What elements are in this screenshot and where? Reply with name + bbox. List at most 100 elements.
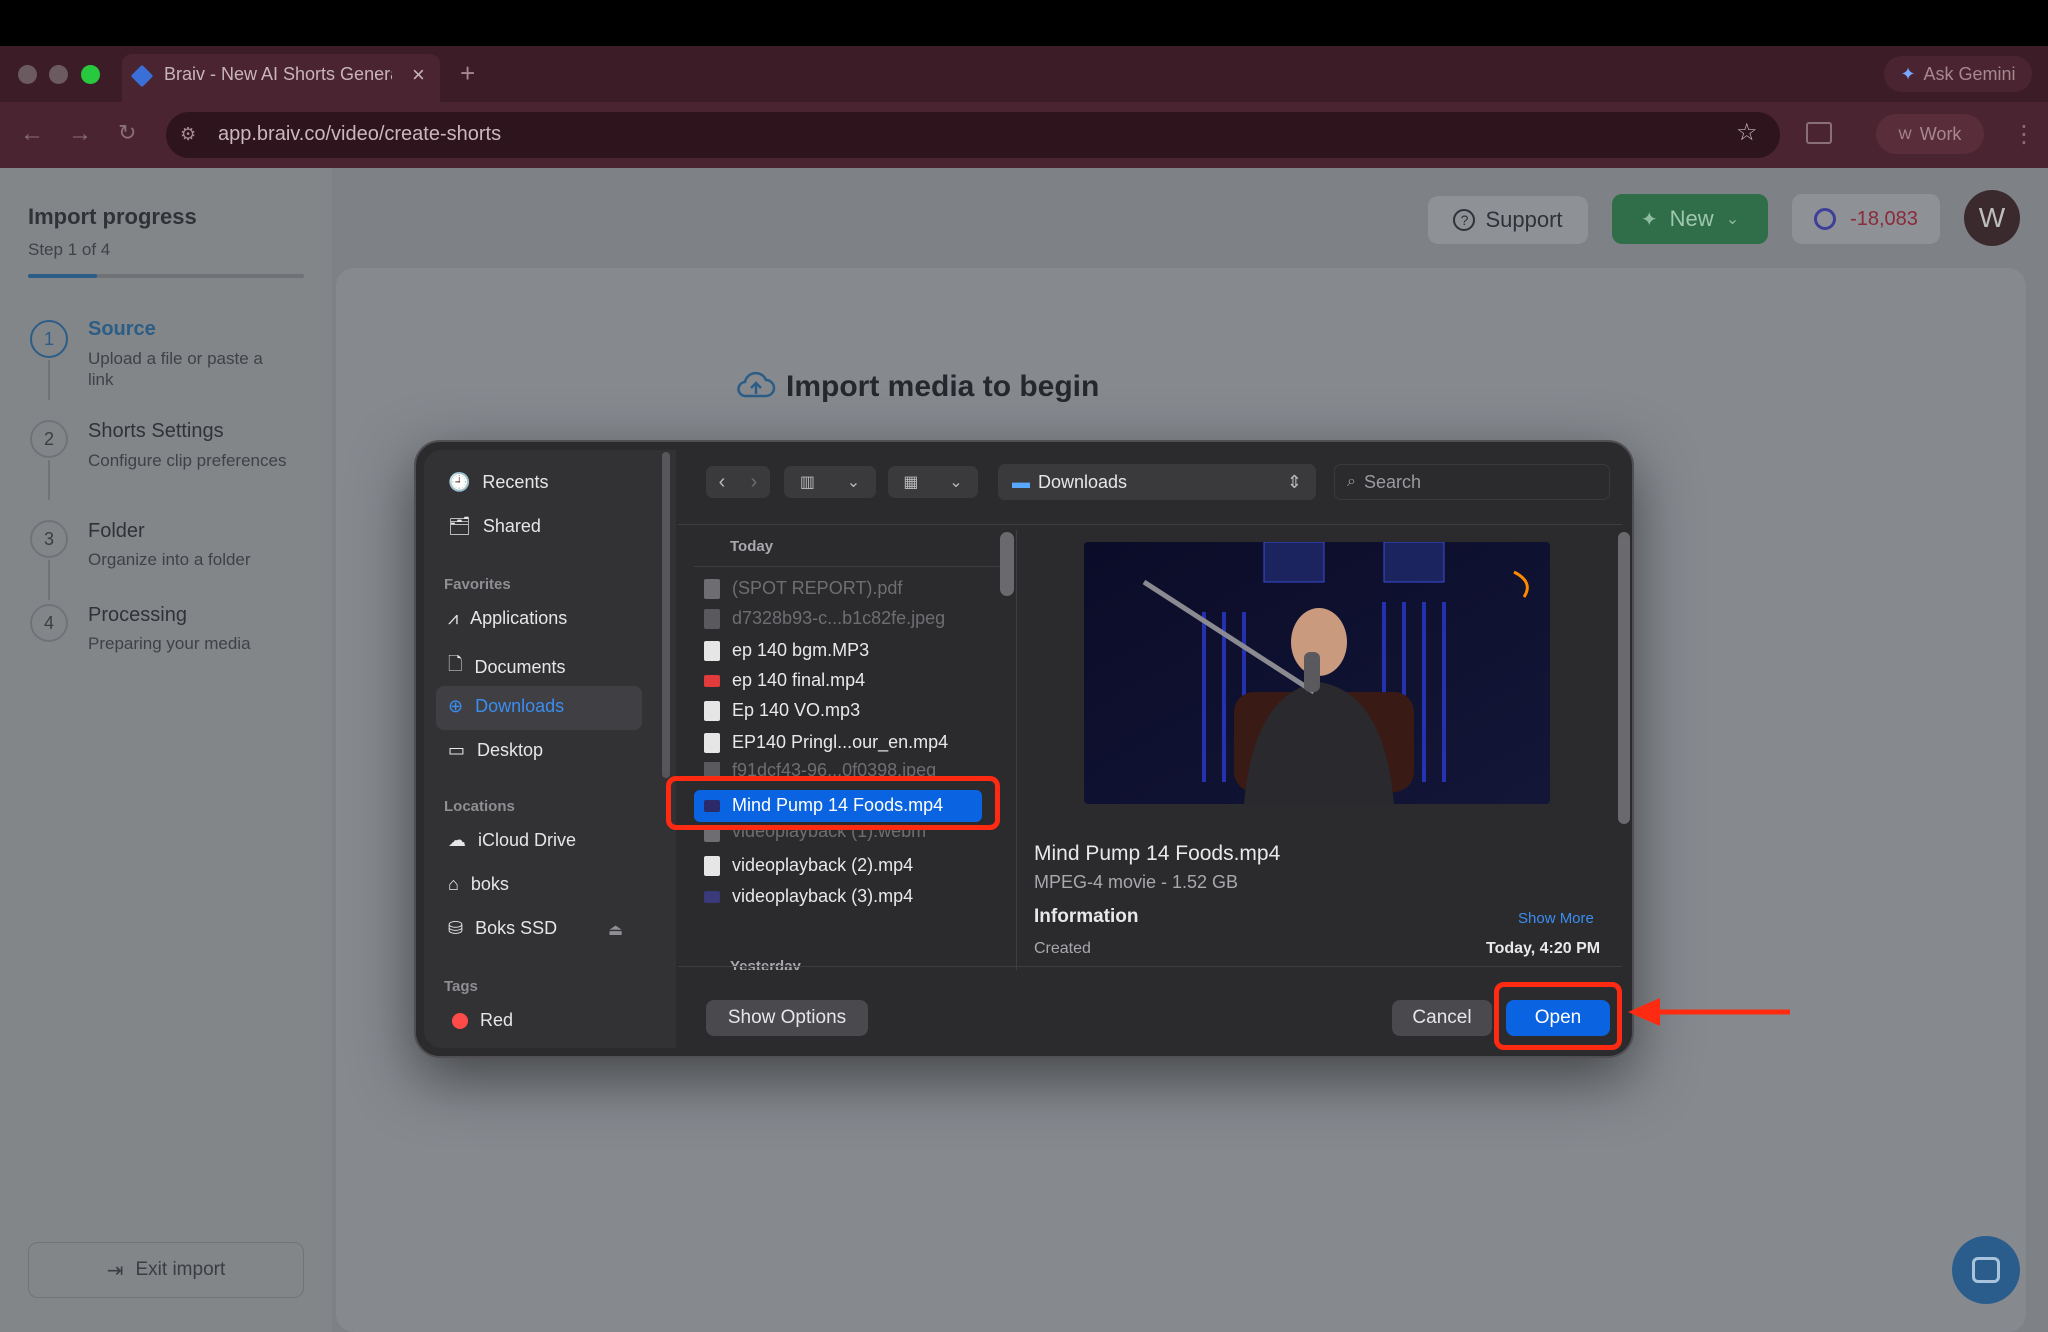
sidebar-item-recents[interactable]: 🕘 Recents — [448, 472, 548, 493]
file-row[interactable]: ep 140 final.mp4 — [704, 670, 865, 691]
chevron-right-icon[interactable]: › — [751, 471, 758, 494]
new-button[interactable]: ✦ New ⌄ — [1612, 194, 1768, 244]
show-more-link[interactable]: Show More — [1518, 910, 1594, 927]
sidebar-item-documents[interactable]: 🗋 Documents — [448, 652, 566, 682]
updown-chevron-icon: ⇕ — [1286, 471, 1302, 492]
step-4-desc: Preparing your media — [88, 634, 251, 653]
file-row[interactable]: d7328b93-c...b1c82fe.jpeg — [704, 608, 945, 629]
file-list-scrollbar[interactable] — [1000, 532, 1014, 596]
side-panel-icon[interactable] — [1806, 122, 1832, 144]
sidebar-item-icloud[interactable]: ☁ iCloud Drive — [448, 830, 576, 851]
tags-header: Tags — [444, 978, 478, 995]
exit-import-label: Exit import — [135, 1259, 226, 1280]
grid-icon: ▦ — [903, 474, 919, 491]
back-arrow-icon[interactable]: ← — [20, 120, 44, 148]
gemini-sparkle-icon: ✦ — [1900, 63, 1916, 84]
group-button[interactable]: ▦ ⌄ — [888, 466, 978, 498]
file-name: EP140 Pringl...our_en.mp4 — [732, 732, 949, 752]
step-4-number: 4 — [30, 604, 68, 642]
import-title: Import media to begin — [786, 370, 1100, 403]
sidebar-label: Documents — [474, 656, 566, 677]
red-tag-dot — [452, 1012, 468, 1029]
bottom-divider — [678, 966, 1622, 967]
download-circle-icon: ⊕ — [448, 696, 464, 716]
profile-initial: W — [1898, 126, 1912, 142]
support-label: Support — [1485, 207, 1563, 232]
step-3-title: Folder — [88, 520, 145, 542]
sparkle-icon: ✦ — [1640, 208, 1658, 231]
url-text: app.braiv.co/video/create-shorts — [218, 123, 502, 145]
step-4-title: Processing — [88, 604, 187, 626]
file-row[interactable]: Ep 140 VO.mp3 — [704, 700, 860, 721]
sidebar-item-ssd[interactable]: ⛁ Boks SSD — [448, 918, 557, 939]
document-file-icon — [704, 732, 720, 753]
ask-gemini-button[interactable]: ✦ Ask Gemini — [1884, 56, 2032, 92]
close-tab-icon[interactable]: × — [412, 62, 425, 88]
help-circle-icon: ? — [1453, 209, 1476, 231]
file-name: ep 140 bgm.MP3 — [732, 640, 870, 660]
folder-icon: ▬ — [1012, 471, 1030, 492]
chevron-left-icon[interactable]: ‹ — [719, 471, 726, 494]
file-name: videoplayback (2).mp4 — [732, 855, 914, 875]
support-button[interactable]: ? Support — [1428, 196, 1588, 244]
home-icon: ⌂ — [448, 874, 459, 894]
file-row[interactable]: videoplayback (2).mp4 — [704, 855, 913, 876]
location-popup[interactable]: ▬ Downloads ⇕ — [998, 464, 1316, 500]
highlight-selected-file — [666, 776, 1000, 830]
file-row[interactable]: (SPOT REPORT).pdf — [704, 578, 902, 599]
step-1-title: Source — [88, 318, 156, 340]
clock-icon: 🕘 — [448, 472, 471, 492]
exit-icon: ⇥ — [106, 1259, 124, 1282]
sidebar-scrollbar[interactable] — [662, 452, 670, 778]
preview-scrollbar[interactable] — [1618, 532, 1630, 824]
chevron-down-icon: ⌄ — [846, 474, 861, 491]
forward-arrow-icon[interactable]: → — [68, 120, 92, 148]
sidebar-item-home[interactable]: ⌂ boks — [448, 874, 509, 895]
red-arrow-icon — [1628, 998, 1790, 1026]
group-yesterday-wrap: Yesterday — [730, 958, 850, 970]
eject-icon[interactable]: ⏏ — [608, 920, 623, 940]
user-avatar[interactable]: W — [1964, 190, 2020, 246]
credits-button[interactable]: -18,083 — [1792, 194, 1940, 244]
file-row[interactable]: ep 140 bgm.MP3 — [704, 640, 869, 661]
back-forward-buttons[interactable]: ‹ › — [706, 466, 770, 498]
reload-icon[interactable]: ↻ — [118, 120, 136, 146]
favorites-header: Favorites — [444, 576, 511, 593]
cancel-button[interactable]: Cancel — [1392, 1000, 1492, 1036]
show-options-button[interactable]: Show Options — [706, 1000, 868, 1036]
browser-menu-icon[interactable]: ⋮ — [2012, 120, 2036, 149]
step-connector — [48, 560, 50, 600]
step-2-number: 2 — [30, 420, 68, 458]
sidebar-label: iCloud Drive — [478, 830, 577, 850]
file-row[interactable]: EP140 Pringl...our_en.mp4 — [704, 732, 948, 753]
search-field[interactable]: ⌕ Search — [1334, 464, 1610, 500]
new-tab-icon[interactable]: + — [460, 58, 475, 89]
file-row[interactable]: videoplayback (3).mp4 — [704, 886, 913, 907]
audio-file-icon — [704, 700, 720, 721]
site-settings-icon[interactable]: ⚙ — [180, 124, 196, 145]
sidebar-item-downloads[interactable]: ⊕ Downloads — [448, 696, 564, 717]
credits-value: -18,083 — [1850, 207, 1918, 230]
step-3-desc: Organize into a folder — [88, 550, 251, 569]
sidebar-item-desktop[interactable]: ▭ Desktop — [448, 740, 543, 761]
coins-icon — [1814, 208, 1837, 230]
group-today: Today — [730, 538, 774, 555]
window-close-button[interactable] — [18, 65, 37, 84]
sidebar-label: boks — [470, 874, 509, 894]
sidebar-item-shared[interactable]: 🗂 Shared — [448, 516, 541, 537]
window-minimize-button[interactable] — [49, 65, 68, 84]
progress-step-text: Step 1 of 4 — [28, 240, 111, 259]
file-name: d7328b93-c...b1c82fe.jpeg — [732, 608, 946, 628]
profile-chip[interactable]: W Work — [1876, 114, 1984, 154]
exit-import-button[interactable]: ⇥ Exit import — [28, 1242, 304, 1298]
sidebar-item-applications[interactable]: ⩘ Applications — [448, 608, 567, 629]
window-zoom-button[interactable] — [81, 65, 100, 84]
progress-fill — [28, 274, 97, 278]
profile-label: Work — [1919, 123, 1962, 144]
sidebar-tag-red[interactable]: Red — [452, 1010, 513, 1031]
sidebar-label: Applications — [470, 608, 568, 628]
bookmark-star-icon[interactable]: ☆ — [1736, 118, 1758, 147]
view-mode-button[interactable]: ▥ ⌄ — [784, 466, 876, 498]
chat-support-button[interactable] — [1952, 1236, 2020, 1304]
location-label: Downloads — [1038, 471, 1128, 492]
